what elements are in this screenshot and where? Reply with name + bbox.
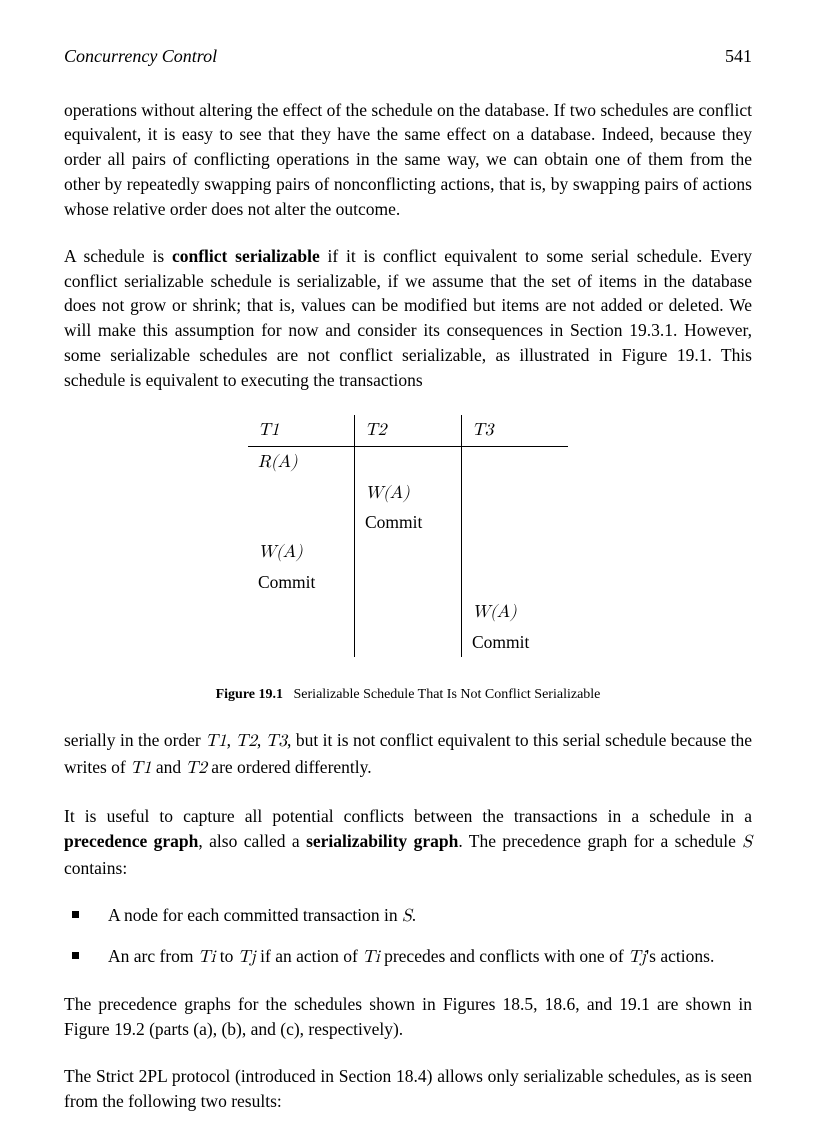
text: and xyxy=(152,757,186,777)
text: precedes and conflicts with one of xyxy=(380,946,628,966)
list-item: A node for each committed transaction in… xyxy=(64,903,752,930)
text: serially in the order xyxy=(64,730,205,750)
txn-tj: Tj xyxy=(628,949,646,966)
cell: W(A) xyxy=(472,604,517,621)
text: A node for each committed transaction in xyxy=(108,905,402,925)
text: if it is conflict equivalent to some ser… xyxy=(64,246,752,390)
cell: R(A) xyxy=(258,454,298,471)
text: if an action of xyxy=(256,946,362,966)
paragraph-1: operations without altering the effect o… xyxy=(64,98,752,222)
cell: W(A) xyxy=(365,485,410,502)
term-serializability-graph: serializability graph xyxy=(306,831,458,851)
paragraph-2: A schedule is conflict serializable if i… xyxy=(64,244,752,393)
txn-t1: T1 xyxy=(130,760,151,777)
txn-tj: Tj xyxy=(238,949,256,966)
page-number: 541 xyxy=(725,44,752,70)
text: are ordered differently. xyxy=(207,757,372,777)
running-header: Concurrency Control 541 xyxy=(64,44,752,70)
term-precedence-graph: precedence graph xyxy=(64,831,198,851)
text: , also called a xyxy=(198,831,306,851)
figure-caption-text: Serializable Schedule That Is Not Confli… xyxy=(294,687,601,702)
text: . xyxy=(412,905,416,925)
txn-ti: Ti xyxy=(362,949,380,966)
cell: Commit xyxy=(472,632,529,652)
table-row: W(A) xyxy=(248,478,568,509)
txn-ti: Ti xyxy=(198,949,216,966)
txn-t3: T3 xyxy=(266,733,287,750)
page: Concurrency Control 541 operations witho… xyxy=(0,0,816,1123)
table-row: Commit xyxy=(248,508,568,537)
text: It is useful to capture all potential co… xyxy=(64,806,752,826)
text: An arc from xyxy=(108,946,198,966)
table-row: R(A) xyxy=(248,446,568,477)
table-row: W(A) xyxy=(248,537,568,568)
term-conflict-serializable: conflict serializable xyxy=(172,246,320,266)
cell: Commit xyxy=(258,572,315,592)
header-title: Concurrency Control xyxy=(64,44,217,70)
txn-t2: T2 xyxy=(186,760,207,777)
col-header-t2: T2 xyxy=(365,422,386,439)
text: contains: xyxy=(64,858,127,878)
text: to xyxy=(215,946,237,966)
schedule-table: T1 T2 T3 R(A) W(A) Commit xyxy=(248,415,568,657)
figure-19-1: T1 T2 T3 R(A) W(A) Commit xyxy=(248,415,568,657)
txn-t2: T2 xyxy=(235,733,256,750)
figure-label: Figure 19.1 xyxy=(216,687,283,702)
figure-caption: Figure 19.1 Serializable Schedule That I… xyxy=(64,685,752,705)
schedule-s: S xyxy=(742,834,752,851)
paragraph-3: serially in the order T1, T2, T3, but it… xyxy=(64,728,752,782)
text: 's actions. xyxy=(646,946,714,966)
bullet-list: A node for each committed transaction in… xyxy=(64,903,752,971)
col-header-t3: T3 xyxy=(472,422,493,439)
cell: W(A) xyxy=(258,544,303,561)
paragraph-6: The Strict 2PL protocol (introduced in S… xyxy=(64,1064,752,1114)
list-item: An arc from Ti to Tj if an action of Ti … xyxy=(64,944,752,971)
cell: Commit xyxy=(365,512,422,532)
schedule-s: S xyxy=(402,908,412,925)
col-header-t1: T1 xyxy=(258,422,279,439)
txn-t1: T1 xyxy=(205,733,226,750)
text: , xyxy=(257,730,266,750)
text: . The precedence graph for a schedule xyxy=(458,831,742,851)
table-row: Commit xyxy=(248,568,568,597)
table-row: Commit xyxy=(248,628,568,657)
text: A schedule is xyxy=(64,246,172,266)
paragraph-5: The precedence graphs for the schedules … xyxy=(64,992,752,1042)
paragraph-4: It is useful to capture all potential co… xyxy=(64,804,752,881)
table-row: W(A) xyxy=(248,597,568,628)
